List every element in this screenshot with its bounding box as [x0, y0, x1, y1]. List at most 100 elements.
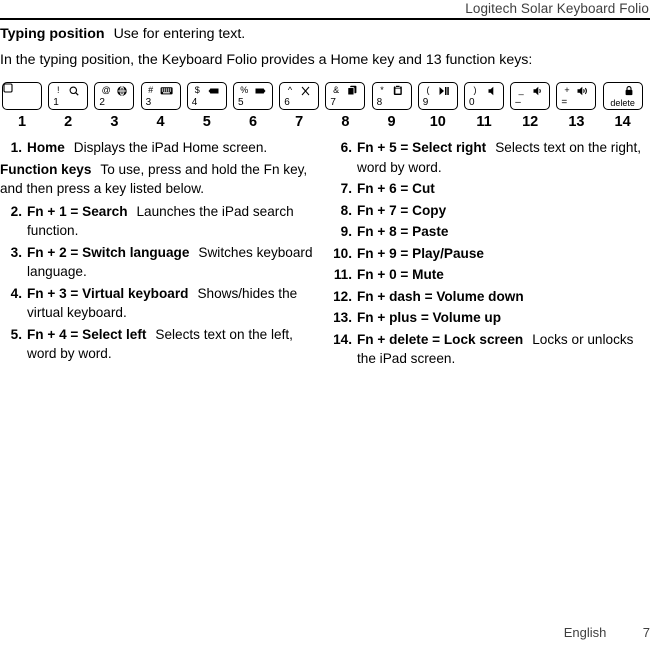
list-item-term: Fn + 2 = Switch language [27, 244, 190, 260]
key-top-row-9: * [373, 84, 411, 97]
select-left-icon [208, 86, 219, 96]
key-cap-6: % 5 [233, 82, 273, 110]
key-shift-char-2: ! [57, 85, 60, 95]
key-shift-char-12: _ [518, 85, 524, 95]
key-callout-number-12: 12 [522, 114, 539, 130]
key-5: $4 5 [186, 82, 227, 130]
key-top-row-14 [604, 84, 642, 97]
key-cap-4: #3 [140, 82, 181, 110]
list-item-term: Fn + 3 = Virtual keyboard [27, 285, 189, 301]
header-divider [0, 18, 650, 20]
key-top-row-4: # [142, 84, 180, 97]
list-item: 10. Fn + 9 = Play/Pause [330, 244, 648, 264]
list-item-term: Fn + 1 = Search [27, 203, 128, 219]
list-item-number: 1. [10, 140, 22, 155]
key-cap-10: (9 [417, 82, 458, 110]
key-cap-11: ) 0 [464, 82, 504, 110]
key-shift-char-9: * [380, 85, 384, 95]
volume-up-icon [577, 86, 588, 96]
list-item-number: 10. [333, 245, 352, 261]
list-item-number: 9. [340, 224, 352, 239]
typing-position-line: Typing position Use for entering text. [0, 24, 650, 44]
function-key-diagram: 1! 1 2 @2 3 #3 4 $4 5% 5 6 ^ 6 7 & 7 8 * 8 9(9 10) 0 11 _ –12 + = 1… [0, 82, 650, 130]
key-legend-3: 2 [99, 97, 105, 108]
list-item-body: Fn + 6 = Cut [357, 179, 648, 199]
key-top-row-6: % [234, 84, 272, 97]
list-item-number: 2. [10, 203, 22, 219]
key-legend-7: 6 [284, 97, 290, 108]
page-header: Logitech Solar Keyboard Folio [0, 0, 650, 19]
list-item: 7. Fn + 6 = Cut [330, 179, 648, 199]
key-callout-number-7: 7 [295, 114, 304, 130]
right-function-key-list: 6. Fn + 5 = Select right Selects text on t… [330, 138, 648, 369]
list-item-body: Fn + 8 = Paste [357, 222, 648, 242]
list-item: 8. Fn + 7 = Copy [330, 201, 648, 221]
key-4: #3 4 [140, 82, 181, 130]
list-item-body: Fn + 9 = Play/Pause [357, 244, 648, 264]
list-item-number: 6. [340, 140, 352, 155]
key-cap-2: ! 1 [48, 82, 89, 110]
key-legend-11: 0 [469, 97, 475, 108]
key-11: ) 0 11 [464, 82, 504, 130]
key-top-row-2: ! [49, 84, 87, 97]
key-legend-13: = [561, 97, 568, 108]
list-item-body: Home Displays the iPad Home screen. [27, 138, 320, 158]
list-item-term: Fn + 0 = Mute [357, 267, 444, 282]
list-item-number: 7. [340, 181, 352, 196]
key-9: * 8 9 [371, 82, 412, 130]
list-item: 4. Fn + 3 = Virtual keyboard Shows/hides t… [0, 284, 320, 323]
key-shift-char-7: ^ [287, 85, 293, 95]
list-item: 11. Fn + 0 = Mute [330, 265, 648, 285]
list-item-body: Fn + 7 = Copy [357, 201, 648, 221]
list-item: 13. Fn + plus = Volume up [330, 308, 648, 328]
paste-icon [393, 85, 403, 96]
key-13: + = 13 [556, 82, 597, 130]
key-legend-2: 1 [53, 97, 59, 108]
key-callout-number-8: 8 [341, 114, 350, 130]
list-item-term: Fn + delete = Lock screen [357, 331, 524, 347]
key-top-row-12: _ [511, 84, 549, 97]
list-item-body: Fn + 1 = Search Launches the iPad search … [27, 202, 320, 241]
key-3: @2 3 [94, 82, 135, 130]
list-item-body: Fn + plus = Volume up [357, 308, 648, 328]
key-cap-5: $4 [186, 82, 227, 110]
key-callout-number-4: 4 [156, 114, 165, 130]
key-legend-8: 7 [330, 97, 336, 108]
list-item-body: Fn + 2 = Switch language Switches keyboar… [27, 243, 320, 282]
scissors-icon [301, 86, 310, 96]
key-shift-char-4: # [148, 85, 154, 95]
key-cap-8: & 7 [325, 82, 366, 110]
key-callout-number-6: 6 [248, 114, 258, 130]
list-item-number: 8. [340, 202, 352, 218]
key-callout-number-9: 9 [387, 114, 396, 130]
key-shift-char-5: $ [194, 85, 200, 95]
key-shift-char-11: ) [473, 85, 477, 95]
list-item: 1. Home Displays the iPad Home screen. [0, 138, 320, 158]
key-14: delete 14 [602, 82, 643, 130]
key-12: _ –12 [510, 82, 551, 130]
keyboard-icon [160, 86, 173, 96]
list-item-term: Fn + dash = Volume down [357, 288, 524, 304]
function-keys-heading: Function keys [0, 161, 92, 177]
key-top-row-8: & [326, 84, 364, 97]
list-item-number: 14. [333, 331, 352, 347]
list-item-number: 12. [333, 288, 352, 304]
typing-position-description: Use for entering text. [113, 26, 246, 42]
key-8: & 7 8 [325, 82, 366, 130]
key-shift-char-10: ( [426, 85, 430, 95]
key-callout-number-14: 14 [614, 114, 631, 130]
left-function-key-list: 2. Fn + 1 = Search Launches the iPad searc… [0, 202, 320, 364]
key-10: (9 10 [417, 82, 458, 130]
list-item-body: Fn + 3 = Virtual keyboard Shows/hides the… [27, 284, 320, 323]
key-cap-14: delete [602, 82, 643, 110]
list-item-number: 11. [333, 267, 352, 282]
list-item-number: 5. [10, 326, 22, 342]
list-item-body: Fn + dash = Volume down [357, 287, 648, 307]
list-item-term: Fn + 6 = Cut [357, 181, 435, 196]
key-legend-9: 8 [376, 97, 383, 108]
list-item-term: Fn + 9 = Play/Pause [357, 245, 484, 261]
key-legend-10: 9 [422, 97, 429, 108]
key-callout-number-1: 1 [17, 114, 27, 130]
list-item-term: Fn + 5 = Select right [357, 140, 487, 155]
key-top-row-3: @ [95, 84, 133, 97]
